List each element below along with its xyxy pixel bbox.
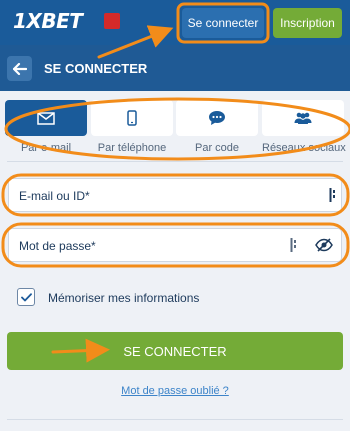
input-keyboard-icon bbox=[290, 238, 296, 252]
top-header: 1XBET Se connecter Inscription bbox=[0, 0, 350, 45]
back-button[interactable] bbox=[7, 56, 32, 81]
tab-social-label: Réseaux sociaux bbox=[262, 142, 346, 154]
password-field-label: Mot de passe* bbox=[19, 239, 96, 253]
bottom-divider bbox=[7, 419, 343, 420]
input-keyboard-icon bbox=[329, 188, 335, 202]
language-flag-icon[interactable] bbox=[104, 13, 120, 29]
remember-checkbox[interactable] bbox=[17, 288, 35, 306]
tab-phone[interactable] bbox=[91, 100, 173, 136]
users-icon bbox=[294, 112, 312, 124]
header-login-button[interactable]: Se connecter bbox=[182, 8, 264, 38]
remember-label[interactable]: Mémoriser mes informations bbox=[48, 291, 199, 305]
chat-bubble-icon bbox=[209, 111, 225, 125]
envelope-icon bbox=[37, 111, 55, 125]
email-field-label: E-mail ou ID* bbox=[19, 189, 90, 203]
tab-email-label: Par e-mail bbox=[20, 142, 72, 154]
register-button[interactable]: Inscription bbox=[273, 8, 342, 38]
page-title: SE CONNECTER bbox=[44, 61, 148, 76]
brand-logo[interactable]: 1XBET bbox=[13, 9, 83, 33]
login-submit-button[interactable]: SE CONNECTER bbox=[7, 332, 343, 370]
arrow-left-icon bbox=[12, 62, 27, 75]
password-field[interactable]: Mot de passe* bbox=[8, 228, 342, 262]
tabs-divider bbox=[7, 161, 343, 162]
tab-code[interactable] bbox=[176, 100, 258, 136]
phone-icon bbox=[127, 110, 137, 126]
tab-email[interactable] bbox=[5, 100, 87, 136]
email-field[interactable]: E-mail ou ID* bbox=[8, 178, 342, 212]
page-header: SE CONNECTER bbox=[0, 45, 350, 91]
tab-phone-label: Par téléphone bbox=[97, 142, 167, 154]
tab-code-label: Par code bbox=[194, 142, 240, 154]
eye-hidden-icon[interactable] bbox=[315, 238, 333, 252]
forgot-password-link[interactable]: Mot de passe oublié ? bbox=[0, 385, 350, 397]
tab-social[interactable] bbox=[262, 100, 344, 136]
checkmark-icon bbox=[20, 292, 32, 301]
